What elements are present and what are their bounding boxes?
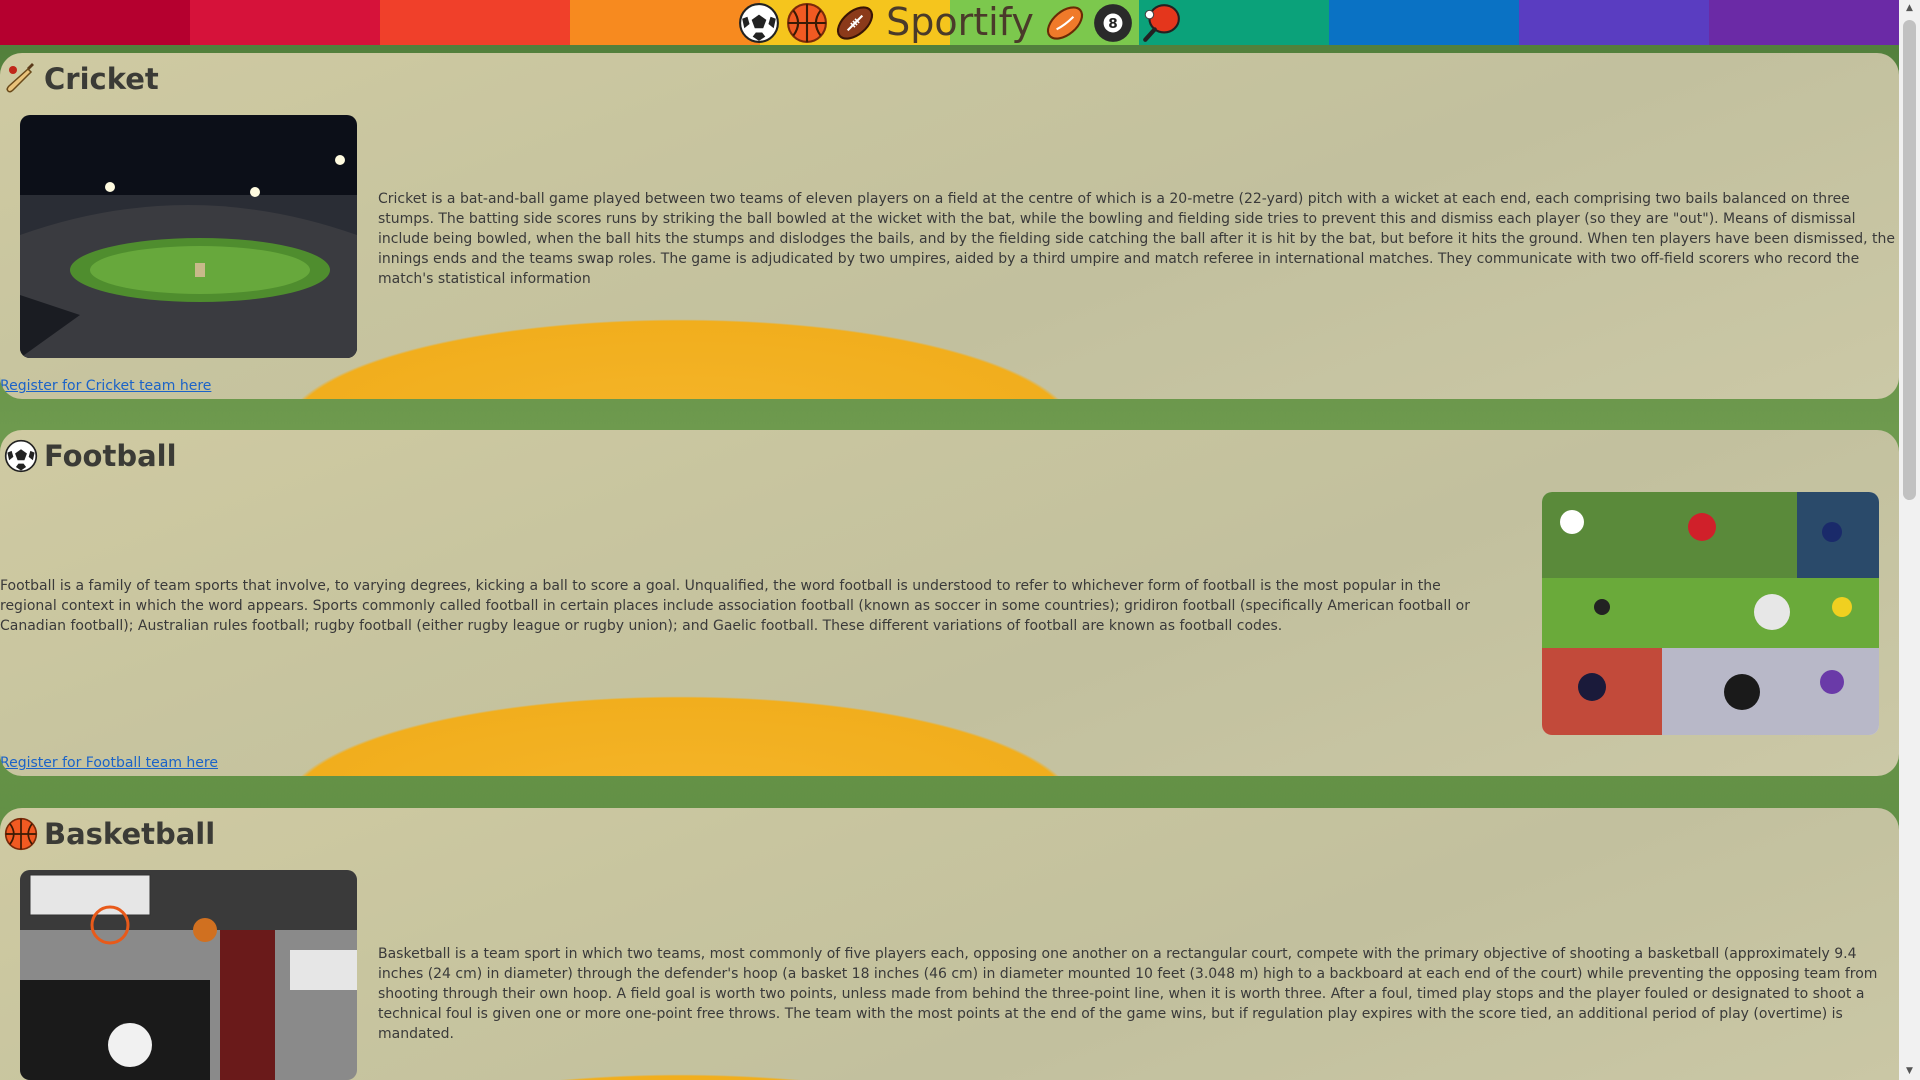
ping-pong-icon: [1143, 3, 1180, 42]
section-title: Football: [44, 439, 177, 473]
page-scrollbar[interactable]: ▲ ▼: [1899, 0, 1920, 1080]
cricket-section: Cricket Cricket is a bat-and-ball game p…: [0, 53, 1899, 399]
american-football-icon: [837, 5, 874, 40]
football-collage-image: [1542, 492, 1879, 735]
cricket-bat-icon: [6, 63, 34, 93]
section-title: Cricket: [44, 62, 159, 96]
register-football-link[interactable]: Register for Football team here: [0, 755, 218, 771]
billiard-ball-icon: 8: [1093, 3, 1132, 42]
svg-text:8: 8: [1108, 16, 1118, 32]
site-title: Sportify 8: [0, 0, 1920, 45]
soccer-ball-icon: [4, 439, 38, 473]
scroll-up-arrow-icon[interactable]: ▲: [1899, 0, 1920, 17]
basketball-game-image: [20, 870, 357, 1080]
cricket-description: Cricket is a bat-and-ball game played be…: [378, 191, 1895, 287]
basketball-description: Basketball is a team sport in which two …: [378, 946, 1878, 1042]
brand-name: Sportify: [886, 0, 1034, 44]
scrollbar-thumb[interactable]: [1903, 20, 1916, 500]
basketball-icon: [4, 817, 38, 851]
cricket-heading: Cricket: [4, 59, 159, 99]
rugby-ball-icon: [1046, 5, 1083, 40]
soccer-ball-icon: [739, 2, 780, 43]
register-cricket-link[interactable]: Register for Cricket team here: [0, 378, 211, 394]
football-heading: Football: [4, 436, 177, 476]
basketball-icon: [787, 2, 828, 43]
football-description: Football is a family of team sports that…: [0, 578, 1470, 634]
basketball-heading: Basketball: [4, 814, 215, 854]
cricket-stadium-image: [20, 115, 357, 358]
football-section: Football Football is a family of team sp…: [0, 430, 1899, 776]
section-title: Basketball: [44, 817, 216, 851]
scroll-down-arrow-icon[interactable]: ▼: [1899, 1063, 1920, 1080]
basketball-section: Basketball Basketball is a team sport in…: [0, 808, 1899, 1080]
